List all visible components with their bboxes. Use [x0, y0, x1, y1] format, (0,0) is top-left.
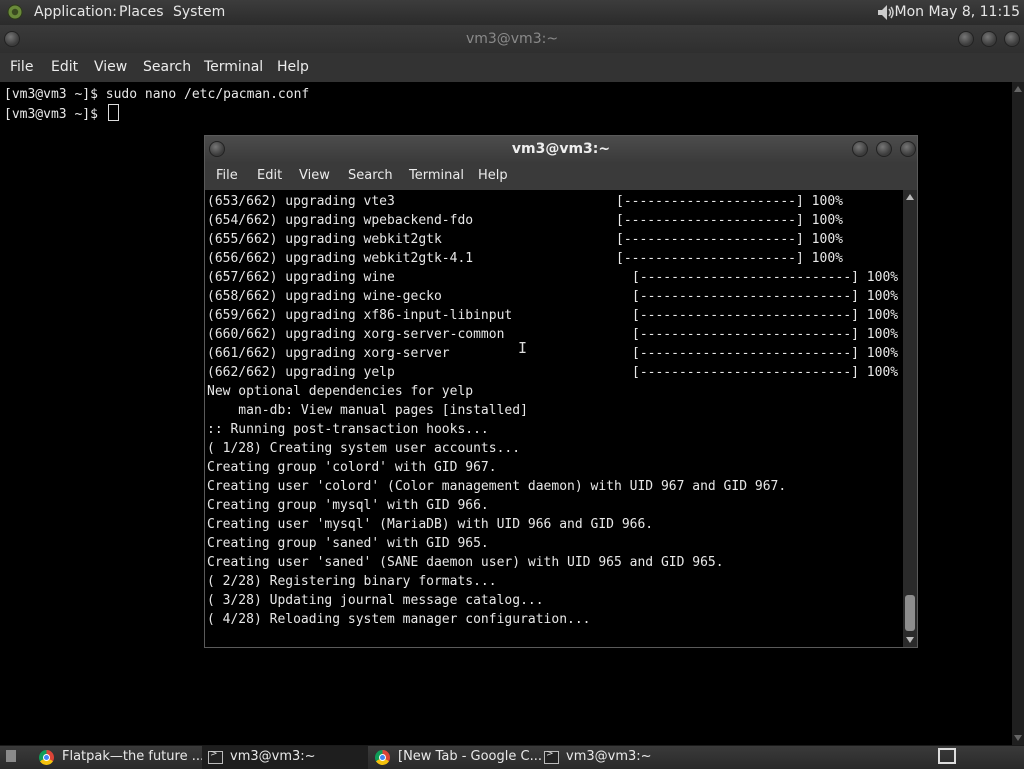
text-cursor [107, 104, 119, 121]
scroll-down-icon[interactable] [1014, 735, 1022, 741]
scroll-down-icon[interactable] [906, 637, 914, 643]
task-label: vm3@vm3:~ [566, 749, 652, 764]
menu-help[interactable]: Help [478, 168, 508, 183]
volume-icon[interactable] [876, 3, 896, 22]
progress-bar: [---------------------------] 100% [632, 327, 899, 342]
inner-scrollbar[interactable] [903, 190, 917, 647]
close-icon[interactable] [900, 141, 916, 157]
maximize-icon[interactable] [981, 31, 997, 47]
progress-bar: [---------------------------] 100% [632, 270, 899, 285]
menu-edit[interactable]: Edit [51, 59, 78, 75]
chrome-icon [39, 750, 54, 765]
task-button[interactable]: vm3@vm3:~ [538, 746, 706, 769]
menu-help[interactable]: Help [277, 59, 309, 75]
bottom-taskbar: Flatpak—the future ... vm3@vm3:~ [New Ta… [0, 745, 1024, 769]
terminal-line: ( 1/28) Creating system user accounts... [207, 441, 521, 456]
menu-search[interactable]: Search [348, 168, 393, 183]
menu-view[interactable]: View [94, 59, 127, 75]
task-label: Flatpak—the future ... [62, 749, 205, 764]
show-desktop-icon[interactable] [938, 748, 956, 764]
terminal-prompt: [vm3@vm3 ~]$ [4, 104, 119, 124]
terminal-line: ( 2/28) Registering binary formats... [207, 574, 497, 589]
progress-row-text: (653/662) upgrading vte3 [207, 194, 395, 209]
terminal-line: [vm3@vm3 ~]$ sudo nano /etc/pacman.conf [4, 87, 310, 102]
terminal-line: :: Running post-transaction hooks... [207, 422, 489, 437]
progress-row-text: (657/662) upgrading wine [207, 270, 395, 285]
progress-row-text: (659/662) upgrading xf86-input-libinput [207, 308, 513, 323]
terminal-line: Creating group 'mysql' with GID 966. [207, 498, 489, 513]
progress-row-text: (655/662) upgrading webkit2gtk [207, 232, 442, 247]
menu-search[interactable]: Search [143, 59, 191, 75]
terminal-line: Creating group 'saned' with GID 965. [207, 536, 489, 551]
terminal-line: Creating user 'saned' (SANE daemon user)… [207, 555, 724, 570]
task-button[interactable]: vm3@vm3:~ [202, 746, 368, 769]
terminal-icon [544, 749, 559, 764]
top-panel: Application: Places System Mon May 8, 11… [0, 0, 1024, 26]
system-menu[interactable]: System [173, 4, 225, 20]
progress-row-text: (662/662) upgrading yelp [207, 365, 395, 380]
task-label: vm3@vm3:~ [230, 749, 316, 764]
workspace-handle-icon[interactable] [6, 750, 16, 762]
inner-menubar: File Edit View Search Terminal Help [205, 163, 917, 190]
scroll-up-icon[interactable] [1014, 86, 1022, 92]
inner-window-titlebar[interactable]: vm3@vm3:~ [205, 136, 917, 163]
progress-row-text: (661/662) upgrading xorg-server [207, 346, 450, 361]
terminal-line: Creating user 'mysql' (MariaDB) with UID… [207, 517, 654, 532]
scrollbar-thumb[interactable] [905, 595, 915, 631]
terminal-line: Creating user 'colord' (Color management… [207, 479, 787, 494]
terminal-icon [208, 749, 223, 764]
minimize-icon[interactable] [852, 141, 868, 157]
progress-row-text: (660/662) upgrading xorg-server-common [207, 327, 505, 342]
ibeam-cursor-icon: I [518, 339, 528, 357]
outer-scrollbar[interactable] [1012, 82, 1024, 745]
outer-window-titlebar[interactable]: vm3@vm3:~ [0, 25, 1024, 53]
progress-row-text: (658/662) upgrading wine-gecko [207, 289, 442, 304]
terminal-line: Creating group 'colord' with GID 967. [207, 460, 497, 475]
gnome-foot-icon[interactable] [7, 4, 23, 20]
places-menu[interactable]: Places [119, 4, 164, 20]
task-button[interactable]: Flatpak—the future ... [34, 746, 205, 769]
minimize-icon[interactable] [958, 31, 974, 47]
menu-terminal[interactable]: Terminal [409, 168, 464, 183]
terminal-line: man-db: View manual pages [installed] [207, 403, 528, 418]
terminal-line: ( 4/28) Reloading system manager configu… [207, 612, 591, 627]
inner-window-title: vm3@vm3:~ [511, 141, 611, 157]
progress-bar: [---------------------------] 100% [632, 308, 899, 323]
inner-terminal-window: vm3@vm3:~ File Edit View Search Terminal… [204, 135, 918, 648]
progress-bar: [----------------------] 100% [616, 213, 843, 228]
outer-window-title: vm3@vm3:~ [465, 31, 559, 47]
maximize-icon[interactable] [876, 141, 892, 157]
task-button[interactable]: [New Tab - Google C... [370, 746, 542, 769]
progress-bar: [----------------------] 100% [616, 194, 843, 209]
prompt-text: [vm3@vm3 ~]$ [4, 107, 106, 122]
menu-view[interactable]: View [299, 168, 330, 183]
outer-menubar: File Edit View Search Terminal Help [0, 53, 1024, 82]
chrome-icon [375, 750, 390, 765]
clock[interactable]: Mon May 8, 11:15 [894, 4, 1020, 20]
menu-file[interactable]: File [10, 59, 33, 75]
scroll-up-icon[interactable] [906, 194, 914, 200]
progress-bar: [---------------------------] 100% [632, 346, 899, 361]
task-label: [New Tab - Google C... [398, 749, 542, 764]
progress-bar: [---------------------------] 100% [632, 365, 899, 380]
progress-bar: [----------------------] 100% [616, 251, 843, 266]
progress-bar: [---------------------------] 100% [632, 289, 899, 304]
applications-menu[interactable]: Application: [34, 4, 117, 20]
menu-terminal[interactable]: Terminal [204, 59, 263, 75]
menu-edit[interactable]: Edit [257, 168, 282, 183]
progress-bar: [----------------------] 100% [616, 232, 843, 247]
progress-row-text: (656/662) upgrading webkit2gtk-4.1 [207, 251, 474, 266]
terminal-line: New optional dependencies for yelp [207, 384, 474, 399]
close-icon[interactable] [1004, 31, 1020, 47]
inner-terminal-area[interactable]: (653/662) upgrading vte3 [--------------… [205, 190, 903, 647]
terminal-line: ( 3/28) Updating journal message catalog… [207, 593, 544, 608]
menu-file[interactable]: File [216, 168, 238, 183]
progress-row-text: (654/662) upgrading wpebackend-fdo [207, 213, 474, 228]
